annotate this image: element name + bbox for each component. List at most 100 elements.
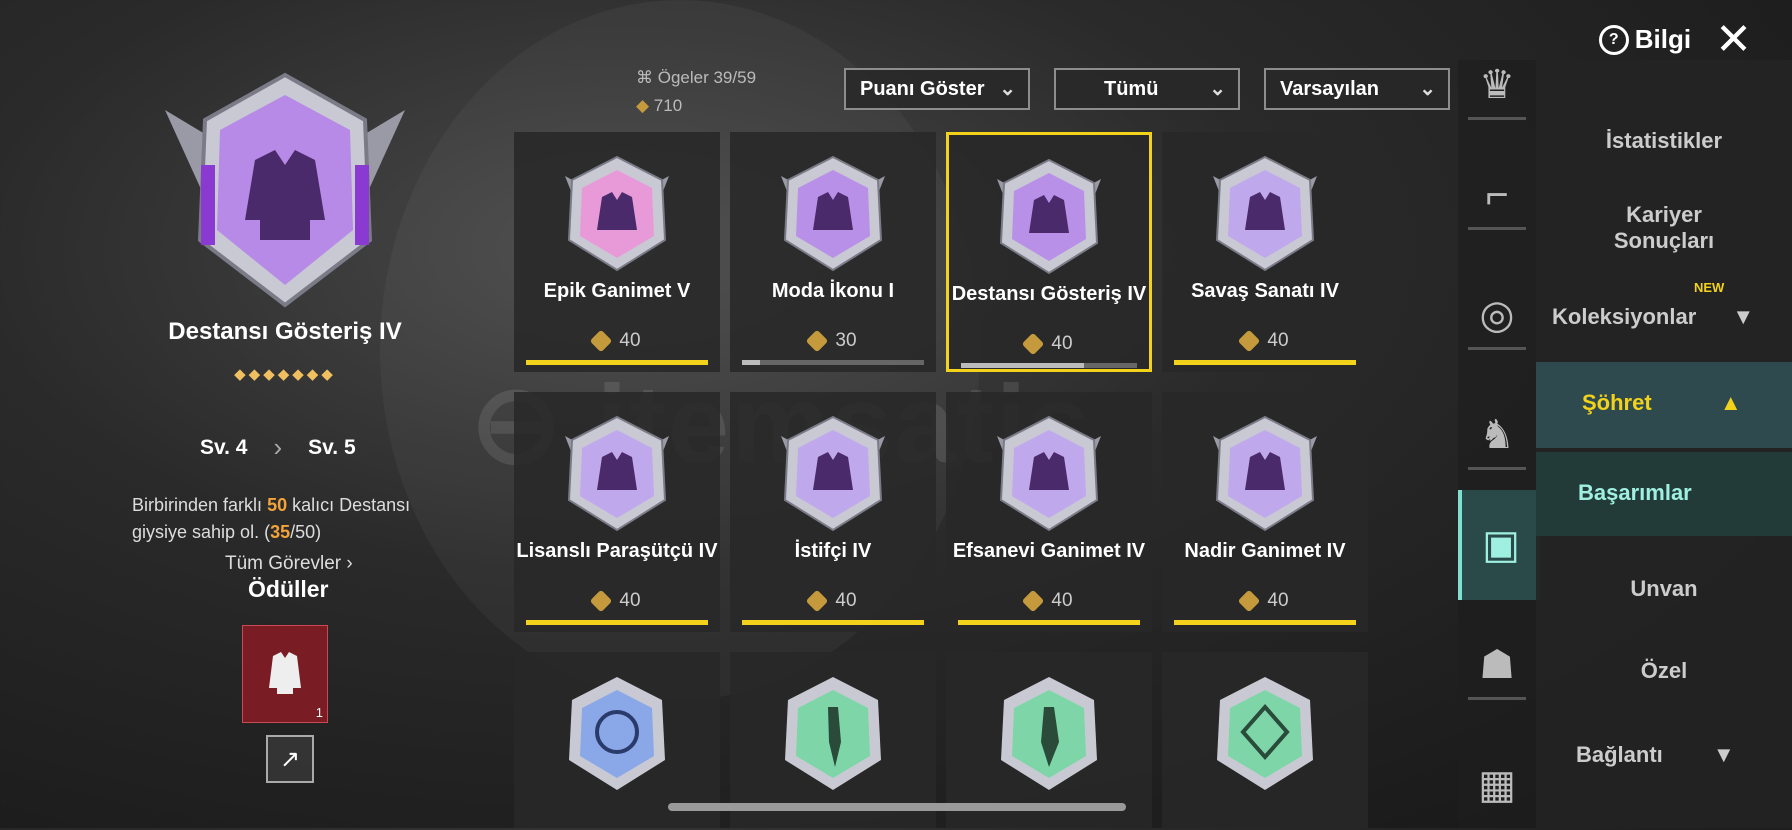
triangle-down-icon: ▼ bbox=[1732, 304, 1755, 329]
achievement-card[interactable]: Moda İkonu I 30 bbox=[730, 132, 936, 372]
coin-icon bbox=[1238, 329, 1261, 353]
level-progression: Sv. 4 › Sv. 5 bbox=[200, 432, 356, 463]
progress-bar bbox=[742, 620, 924, 625]
rewards-title: Ödüller bbox=[248, 576, 329, 602]
progress-bar bbox=[526, 620, 708, 625]
collection-stats: ⌘ Ögeler 39/59 ◆ 710 bbox=[636, 68, 757, 115]
side-menu: İstatistikler Kariyer Sonuçları Koleksiy… bbox=[1536, 60, 1792, 828]
achievement-card[interactable]: Nadir Ganimet IV 40 bbox=[1162, 392, 1368, 632]
progress-bar bbox=[958, 620, 1140, 625]
filter-dropdown[interactable]: Tümü ⌄ bbox=[1054, 68, 1240, 110]
menu-achievements[interactable]: Başarımlar bbox=[1578, 480, 1792, 506]
achievement-card[interactable] bbox=[946, 652, 1152, 828]
achievement-badge-icon bbox=[1213, 415, 1317, 532]
triangle-up-icon: ▲ bbox=[1719, 390, 1742, 415]
selected-title: Destansı Gösteriş IV bbox=[168, 318, 402, 345]
category-icon-column: ♛ ⌐ ◎ ♞ ▣ ☗ ▦ bbox=[1458, 60, 1540, 830]
menu-career-results[interactable]: Kariyer Sonuçları bbox=[1536, 202, 1792, 254]
achievement-badge-icon bbox=[1213, 155, 1317, 272]
achievement-name: Epik Ganimet V bbox=[543, 280, 691, 302]
menu-statistics[interactable]: İstatistikler bbox=[1536, 128, 1792, 154]
achievement-card[interactable] bbox=[1162, 652, 1368, 828]
achievement-card[interactable]: Savaş Sanatı IV 40 bbox=[1162, 132, 1368, 372]
collection-box-icon[interactable]: ▣ bbox=[1458, 490, 1540, 600]
level-to: Sv. 5 bbox=[308, 435, 356, 459]
menu-special[interactable]: Özel bbox=[1536, 658, 1792, 684]
pistol-icon[interactable]: ⌐ bbox=[1458, 150, 1536, 240]
achievement-card[interactable]: Epik Ganimet V 40 bbox=[514, 132, 720, 372]
coin-icon bbox=[590, 589, 613, 613]
coin-icon bbox=[1022, 332, 1045, 356]
progress-bar bbox=[526, 360, 708, 365]
achievement-points: 40 bbox=[730, 589, 936, 613]
menu-connection[interactable]: Bağlantı ▼ bbox=[1576, 742, 1792, 768]
achievement-points: 40 bbox=[514, 329, 720, 353]
achievement-badge-icon bbox=[997, 415, 1101, 532]
chevron-down-icon: ⌄ bbox=[1419, 78, 1436, 100]
chevron-right-icon: › bbox=[273, 432, 283, 462]
coin-icon bbox=[1022, 589, 1045, 613]
progress-fill bbox=[742, 620, 924, 625]
achievement-card[interactable] bbox=[514, 652, 720, 828]
chevron-right-icon: › bbox=[346, 553, 353, 574]
horizontal-scrollbar[interactable] bbox=[668, 803, 1126, 811]
achievement-badge-icon bbox=[565, 415, 669, 532]
achievement-name: Nadir Ganimet IV bbox=[1184, 540, 1346, 562]
achievement-points: 40 bbox=[514, 589, 720, 613]
progress-bar bbox=[1174, 620, 1356, 625]
achievement-card[interactable]: Efsanevi Ganimet IV 40 bbox=[946, 392, 1152, 632]
sort-dropdown[interactable]: Varsayılan ⌄ bbox=[1264, 68, 1450, 110]
achievement-card[interactable] bbox=[730, 652, 936, 828]
chevron-down-icon: ⌄ bbox=[1209, 78, 1226, 100]
share-button[interactable]: ↗ bbox=[266, 735, 314, 783]
achievement-name: Lisanslı Paraşütçü IV bbox=[516, 540, 718, 562]
triangle-down-icon: ▼ bbox=[1712, 742, 1735, 767]
achievement-points: 40 bbox=[1162, 589, 1368, 613]
new-badge: NEW bbox=[1694, 280, 1725, 295]
achievement-points: 30 bbox=[730, 329, 936, 353]
points-dropdown[interactable]: Puanı Göster ⌄ bbox=[844, 68, 1030, 110]
coin-icon: ◆ bbox=[636, 96, 654, 115]
friends-icon[interactable]: ☗ bbox=[1458, 620, 1536, 710]
achievement-card[interactable]: Destansı Gösteriş IV 40 bbox=[946, 132, 1152, 372]
achievement-points: 40 bbox=[1162, 329, 1368, 353]
achievement-name: Moda İkonu I bbox=[771, 280, 895, 302]
menu-fame[interactable]: Şöhret ▲ bbox=[1582, 390, 1792, 416]
progress-fill bbox=[742, 360, 761, 365]
level-from: Sv. 4 bbox=[200, 435, 248, 459]
achievement-card[interactable]: İstifçi IV 40 bbox=[730, 392, 936, 632]
all-tasks-link[interactable]: Tüm Görevler › bbox=[225, 553, 353, 575]
items-icon: ⌘ bbox=[636, 68, 658, 87]
menu-collections[interactable]: Koleksiyonlar ▼ bbox=[1552, 304, 1792, 330]
crown-icon[interactable]: ♛ bbox=[1458, 40, 1536, 130]
close-icon[interactable]: ✕ bbox=[1715, 14, 1752, 65]
progress-bar bbox=[961, 363, 1137, 368]
progress-fill bbox=[526, 360, 708, 365]
level-stars: ◆◆◆◆◆◆◆ bbox=[234, 366, 336, 383]
sniper-badge-icon bbox=[569, 677, 665, 790]
coin-icon bbox=[1238, 589, 1261, 613]
info-button[interactable]: ? Bilgi bbox=[1598, 24, 1692, 55]
achievement-card[interactable]: Lisanslı Paraşütçü IV 40 bbox=[514, 392, 720, 632]
reward-item[interactable]: 1 bbox=[242, 625, 328, 723]
muscle-icon[interactable]: ♞ bbox=[1458, 390, 1536, 480]
achievement-name: Efsanevi Ganimet IV bbox=[952, 540, 1146, 562]
achievement-badge-icon bbox=[565, 155, 669, 272]
chevron-down-icon: ⌄ bbox=[999, 78, 1016, 100]
menu-title[interactable]: Unvan bbox=[1536, 576, 1792, 602]
grid-icon[interactable]: ▦ bbox=[1458, 740, 1536, 830]
coin-icon bbox=[806, 589, 829, 613]
achievement-name: İstifçi IV bbox=[794, 540, 872, 562]
emote-badge-icon bbox=[1217, 677, 1313, 790]
left-panel: Destansı Gösteriş IV ◆◆◆◆◆◆◆ Sv. 4 › Sv.… bbox=[0, 0, 520, 828]
medal-icon[interactable]: ◎ bbox=[1458, 270, 1536, 360]
selected-badge-icon bbox=[165, 72, 405, 308]
achievement-points: 40 bbox=[949, 332, 1149, 356]
task-description: Birbirinden farklı 50 kalıcı Destansı gi… bbox=[132, 495, 411, 542]
progress-fill bbox=[958, 620, 1140, 625]
info-label: Bilgi bbox=[1634, 24, 1692, 54]
achievement-name: Destansı Gösteriş IV bbox=[951, 283, 1147, 305]
progress-fill bbox=[1174, 360, 1356, 365]
external-link-icon: ↗ bbox=[279, 745, 301, 773]
progress-bar bbox=[742, 360, 924, 365]
